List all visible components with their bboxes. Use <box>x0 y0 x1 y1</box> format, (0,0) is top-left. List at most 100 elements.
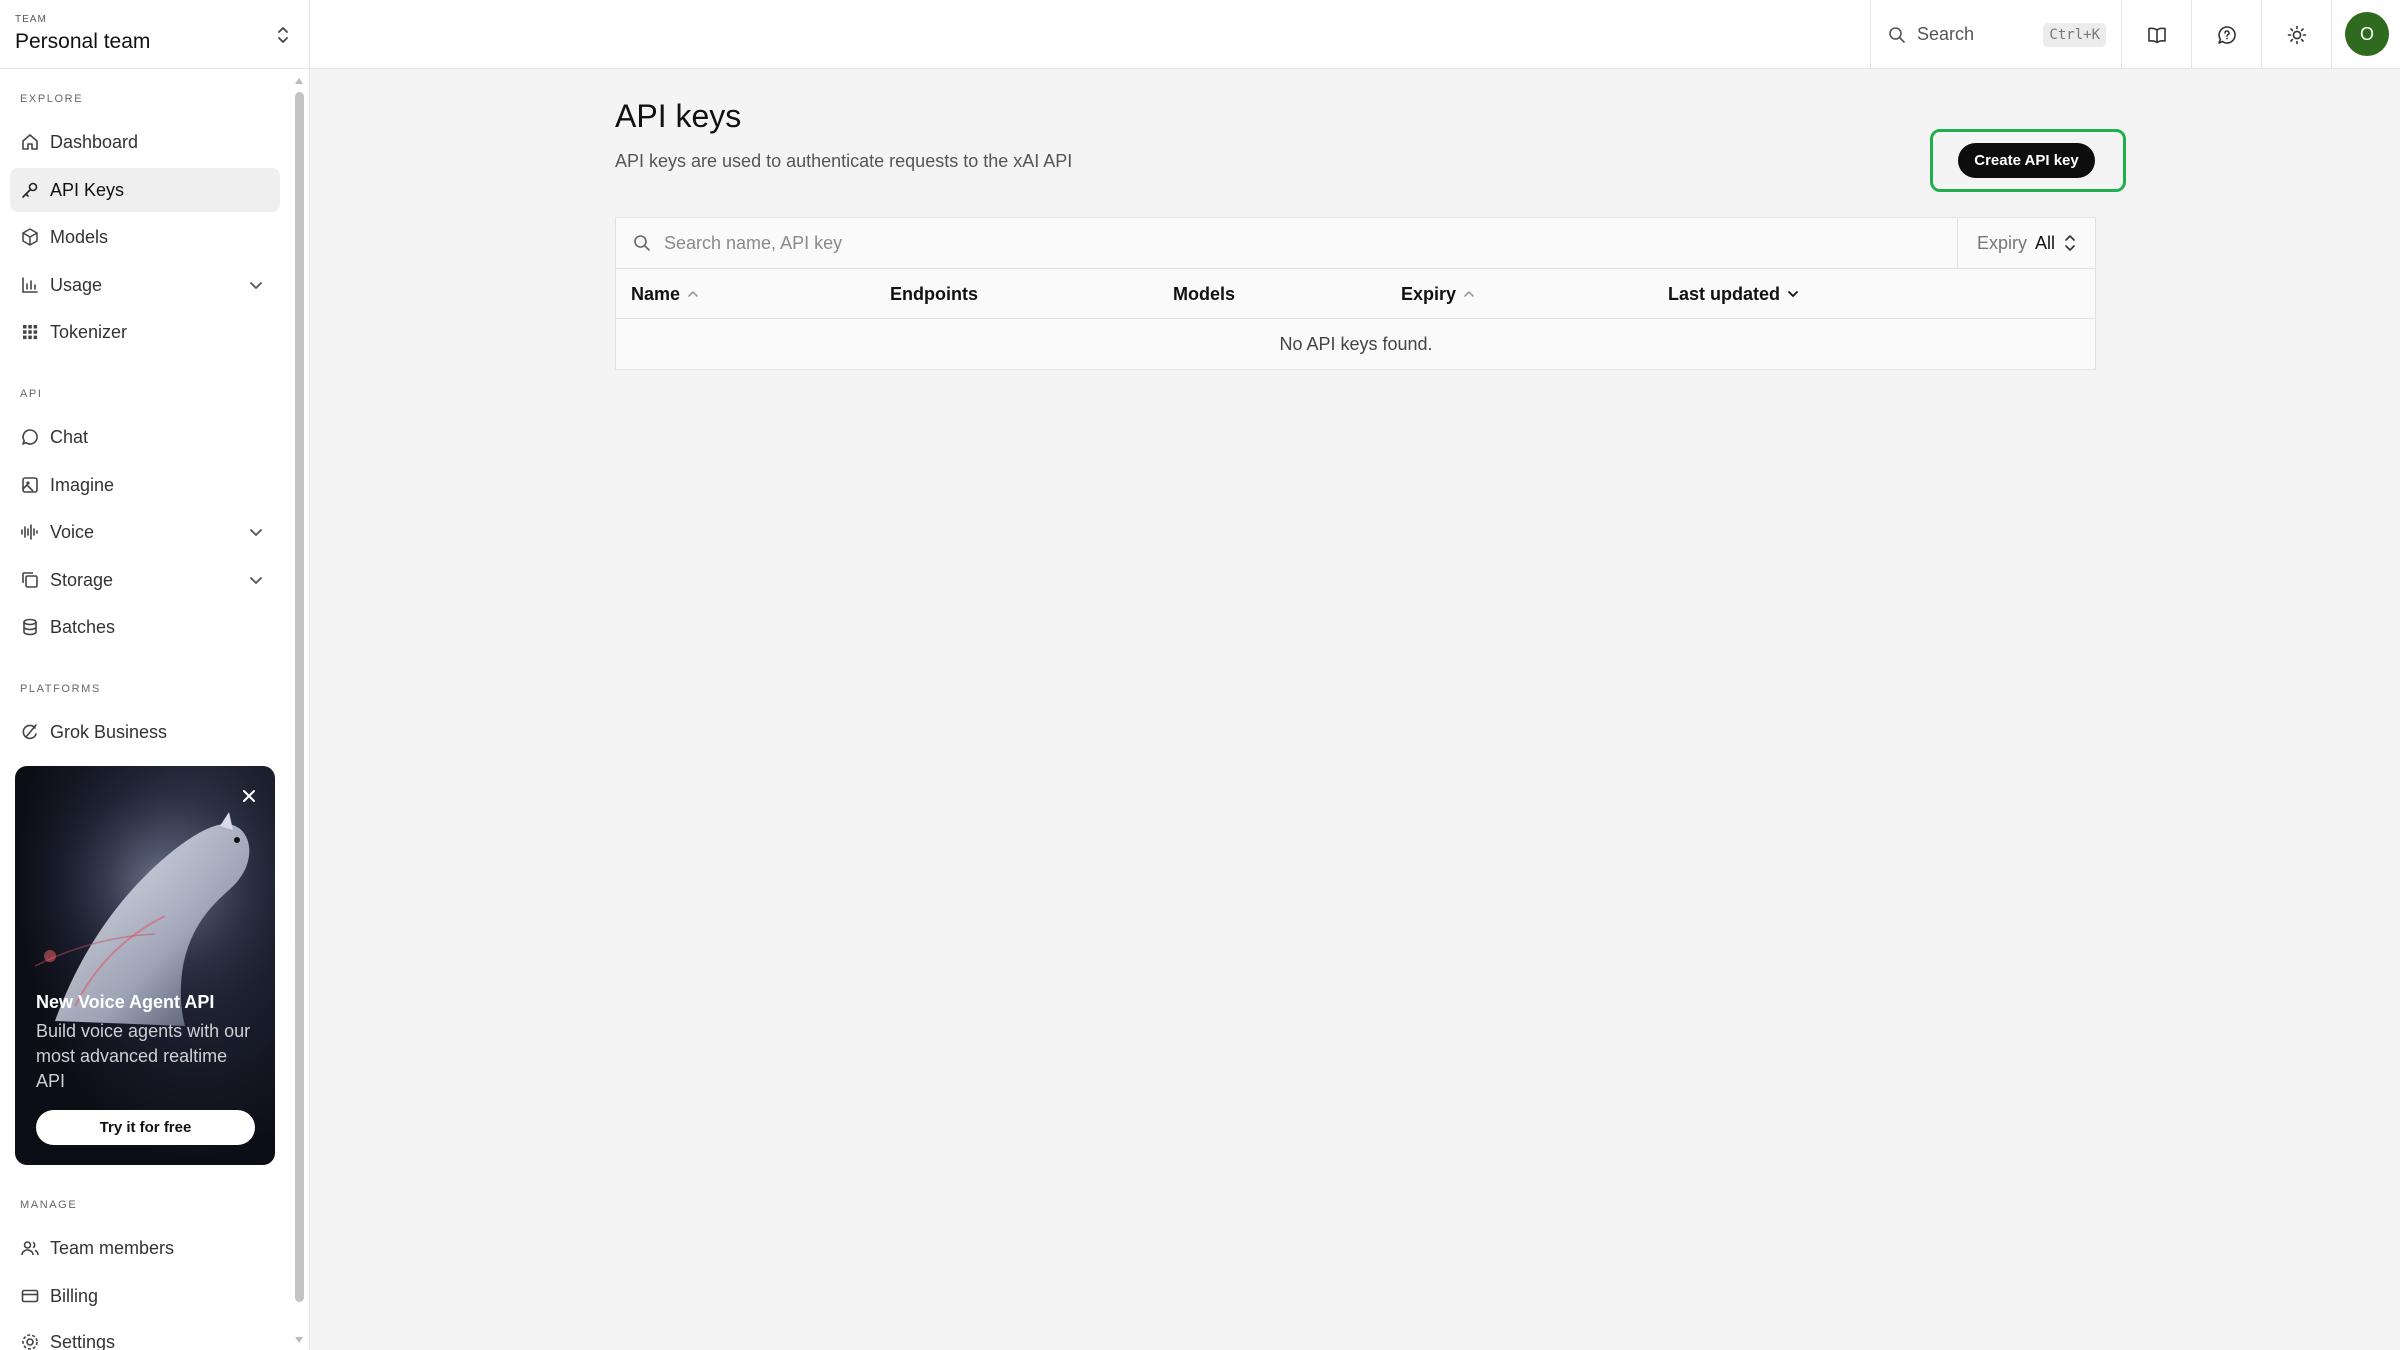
gear-icon <box>20 1332 40 1350</box>
sidebar-item-api-keys[interactable]: API Keys <box>10 168 280 212</box>
table-search <box>616 218 1957 269</box>
column-header-expiry[interactable]: Expiry <box>1401 269 1476 319</box>
sidebar-item-label: Grok Business <box>50 721 168 742</box>
grid-icon <box>20 322 40 342</box>
chevrons-up-down-icon <box>278 27 288 43</box>
sidebar-item-settings[interactable]: Settings <box>10 1320 280 1350</box>
close-icon[interactable] <box>237 784 261 808</box>
sidebar-item-label: Storage <box>50 569 114 590</box>
sidebar-item-label: Chat <box>50 426 89 447</box>
image-icon <box>20 475 40 495</box>
sidebar-item-label: Batches <box>50 616 116 637</box>
sidebar-item-team-members[interactable]: Team members <box>10 1226 280 1270</box>
section-label-platforms: PLATFORMS <box>20 683 101 695</box>
sidebar-item-label: Settings <box>50 1331 116 1350</box>
avatar[interactable]: O <box>2345 12 2389 56</box>
credit-card-icon <box>20 1286 40 1306</box>
theme-toggle-button[interactable] <box>2261 0 2331 69</box>
empty-state-message: No API keys found. <box>1279 334 1433 354</box>
team-name: Personal team <box>15 30 151 53</box>
table-header: Name Endpoints Models Expiry Last update… <box>616 269 2096 319</box>
column-label: Last updated <box>1668 283 1781 304</box>
search-icon <box>634 235 650 251</box>
column-label: Expiry <box>1401 283 1457 304</box>
chevron-down-icon <box>1788 291 1798 297</box>
search-input[interactable] <box>662 231 1862 255</box>
sidebar-item-label: Billing <box>50 1285 99 1306</box>
column-header-last-updated[interactable]: Last updated <box>1668 269 1800 319</box>
column-header-name[interactable]: Name <box>631 269 700 319</box>
scroll-up-arrow-icon[interactable] <box>292 74 306 88</box>
sidebar-item-label: Dashboard <box>50 131 139 152</box>
bar-chart-icon <box>20 275 40 295</box>
sidebar-item-tokenizer[interactable]: Tokenizer <box>10 310 280 354</box>
sidebar-item-label: Team members <box>50 1237 175 1258</box>
section-label-manage: MANAGE <box>20 1199 78 1211</box>
sidebar-item-models[interactable]: Models <box>10 215 280 259</box>
sidebar-item-billing[interactable]: Billing <box>10 1274 280 1318</box>
wolf-illustration <box>15 766 275 1026</box>
api-keys-table: Expiry All Name Endpoints Models Expiry … <box>615 217 2096 370</box>
try-it-free-button[interactable]: Try it for free <box>36 1110 255 1145</box>
files-icon <box>20 570 40 590</box>
sun-icon <box>2287 25 2306 44</box>
docs-button[interactable] <box>2121 0 2191 69</box>
sidebar-item-chat[interactable]: Chat <box>10 415 280 459</box>
create-api-key-button[interactable]: Create API key <box>1958 143 2095 178</box>
sort-ascending-icon <box>688 291 698 297</box>
page-subtitle: API keys are used to authenticate reques… <box>615 151 1073 171</box>
chevrons-up-down-icon <box>2065 235 2075 251</box>
grok-logo-icon <box>20 722 40 742</box>
team-caption: TEAM <box>15 14 47 25</box>
scroll-down-arrow-icon[interactable] <box>292 1333 306 1347</box>
column-label: Endpoints <box>890 283 978 304</box>
message-question-icon <box>2217 25 2236 44</box>
page-title: API keys <box>615 98 742 134</box>
feedback-button[interactable] <box>2191 0 2261 69</box>
column-header-models[interactable]: Models <box>1173 269 1235 319</box>
promo-description: Build voice agents with our most advance… <box>36 1021 251 1091</box>
key-icon <box>20 180 40 200</box>
team-switcher[interactable]: TEAM Personal team <box>0 0 309 69</box>
sidebar-item-label: API Keys <box>50 179 125 200</box>
users-icon <box>20 1238 40 1258</box>
search-icon <box>1889 26 1905 43</box>
chat-bubble-icon <box>20 427 40 447</box>
chevron-down-icon <box>250 282 262 289</box>
expiry-filter-select[interactable]: Expiry All <box>1957 218 2096 269</box>
sidebar-item-imagine[interactable]: Imagine <box>10 463 280 507</box>
sidebar-item-label: Tokenizer <box>50 321 128 342</box>
global-search-button[interactable]: Search Ctrl+K <box>1870 0 2121 69</box>
sidebar-item-label: Models <box>50 226 109 247</box>
cube-icon <box>20 227 40 247</box>
expiry-filter-label: Expiry <box>1977 232 2028 253</box>
waveform-icon <box>20 522 40 542</box>
column-label: Models <box>1173 283 1236 304</box>
chevron-down-icon <box>250 529 262 536</box>
database-icon <box>20 617 40 637</box>
sidebar-item-storage[interactable]: Storage <box>10 558 280 602</box>
sidebar-item-label: Imagine <box>50 474 115 495</box>
sidebar-item-label: Voice <box>50 521 95 542</box>
promo-card: New Voice Agent API Build voice agents w… <box>15 766 275 1165</box>
sidebar-item-voice[interactable]: Voice <box>10 510 280 554</box>
sidebar-item-label: Usage <box>50 274 103 295</box>
sidebar-item-dashboard[interactable]: Dashboard <box>10 120 280 164</box>
section-label-api: API <box>20 388 43 400</box>
sidebar-scrollbar-thumb[interactable] <box>295 92 304 1302</box>
sidebar-item-usage[interactable]: Usage <box>10 263 280 307</box>
search-label: Search <box>1917 24 1975 44</box>
sort-ascending-icon <box>1464 291 1474 297</box>
sidebar: TEAM Personal team EXPLORE Dashboard API… <box>0 0 310 1350</box>
book-open-icon <box>2147 27 2166 43</box>
expiry-filter-value: All <box>2035 232 2056 253</box>
section-label-explore: EXPLORE <box>20 93 84 105</box>
sidebar-item-grok-business[interactable]: Grok Business <box>10 710 280 754</box>
sidebar-item-batches[interactable]: Batches <box>10 605 280 649</box>
column-label: Name <box>631 283 681 304</box>
keyboard-shortcut-badge: Ctrl+K <box>2043 23 2106 47</box>
chevron-down-icon <box>250 577 262 584</box>
home-icon <box>20 132 40 152</box>
column-header-endpoints[interactable]: Endpoints <box>890 269 978 319</box>
promo-title: New Voice Agent API <box>36 992 215 1012</box>
